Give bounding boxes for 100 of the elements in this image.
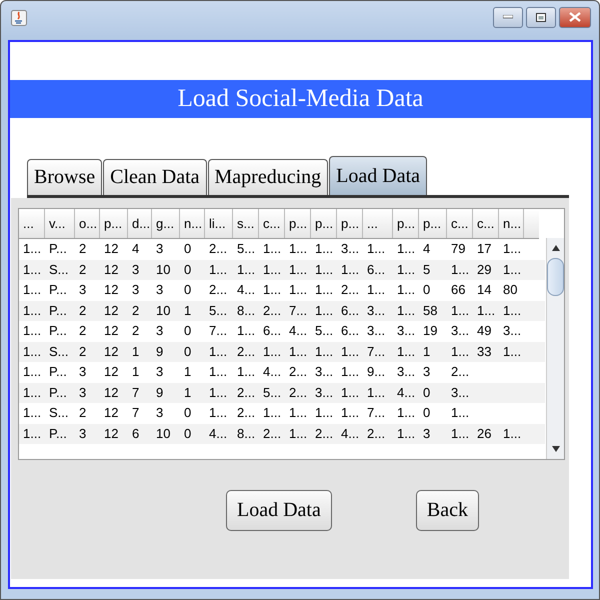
table-cell-text: 1...: [288, 404, 308, 422]
column-header[interactable]: v...: [45, 209, 75, 238]
table-cell-text: 6...: [340, 322, 360, 340]
table-cell-text: 8...: [236, 424, 256, 442]
table-cell-text: 1...: [340, 363, 360, 381]
column-header[interactable]: n...: [499, 209, 524, 238]
table-cell-text: 0: [183, 424, 192, 442]
table-cell-text: 2: [78, 240, 88, 258]
scroll-thumb[interactable]: [547, 258, 564, 296]
tab[interactable]: Clean Data: [103, 159, 207, 195]
table-cell-text: 0: [183, 322, 192, 340]
table-cell-text: 3...: [314, 363, 334, 381]
table-cell-text: 1...: [450, 260, 470, 278]
column-header[interactable]: p...: [100, 209, 128, 238]
table-cell-text: 3: [131, 281, 140, 299]
table-cell-text: 9: [155, 342, 164, 360]
table-cell-text: 4: [131, 240, 140, 258]
table-cell-text: 1...: [208, 384, 228, 402]
column-header[interactable]: ...: [363, 209, 393, 238]
table-cell-text: 5...: [314, 322, 334, 340]
tab[interactable]: Mapreducing: [208, 159, 328, 195]
table-cell-text: 33: [476, 342, 492, 360]
table-cell-text: 3...: [366, 302, 386, 320]
column-header[interactable]: o...: [75, 209, 100, 238]
column-header[interactable]: c...: [259, 209, 285, 238]
column-header[interactable]: p...: [285, 209, 311, 238]
table-cell-text: 3: [155, 404, 164, 422]
column-header[interactable]: s...: [233, 209, 259, 238]
table-cell-text: 12: [103, 260, 120, 278]
column-header[interactable]: g...: [152, 209, 180, 238]
table-cell-text: 4: [422, 240, 432, 258]
table-cell-text: 1...: [502, 424, 522, 442]
table-cell-text: 1...: [396, 240, 416, 258]
close-button[interactable]: [559, 6, 591, 28]
table-cell-text: 1...: [502, 240, 522, 258]
table-cell-text: 9...: [366, 363, 386, 381]
table-cell-text: 3...: [314, 384, 334, 402]
table-cell-text: 10: [155, 302, 172, 320]
table-cell-text: P...: [48, 384, 68, 402]
table-cell-text: 3...: [340, 240, 360, 258]
table-cell-text: 49: [476, 322, 492, 340]
app-icon: [11, 10, 27, 26]
table-cell-text: S...: [48, 342, 70, 360]
table-cell-text: 12: [103, 302, 120, 320]
tab[interactable]: Load Data: [329, 156, 428, 195]
table-cell-text: 1...: [366, 240, 386, 258]
table-cell-text: 17: [476, 240, 492, 258]
scrollbar[interactable]: [546, 238, 564, 459]
table-cell-text: 1...: [314, 260, 334, 278]
table-cell-text: 1...: [22, 404, 42, 422]
scroll-down-icon: [552, 445, 560, 453]
column-header[interactable]: c...: [447, 209, 473, 238]
table-cell-text: 3: [155, 240, 164, 258]
back-button[interactable]: Back: [416, 490, 479, 531]
table-cell-text: 1...: [22, 322, 42, 340]
table-cell-text: 1: [183, 384, 192, 402]
tab[interactable]: Browse: [27, 159, 102, 195]
table-cell-text: 12: [103, 281, 120, 299]
table-cell-text: 7...: [366, 342, 386, 360]
table-cell-text: 80: [502, 281, 518, 299]
column-header[interactable]: p...: [337, 209, 363, 238]
table-cell-text: 1...: [22, 302, 42, 320]
table-cell-text: 4...: [340, 424, 360, 442]
table-cell-text: 1...: [314, 240, 334, 258]
table-cell-text: 1...: [502, 302, 522, 320]
column-header[interactable]: n...: [180, 209, 205, 238]
table-cell-text: 4...: [396, 384, 416, 402]
minimize-button[interactable]: [493, 6, 523, 28]
column-header[interactable]: d...: [128, 209, 152, 238]
load-data-button[interactable]: Load Data: [226, 490, 332, 531]
table-cell-text: P...: [48, 302, 68, 320]
table-cell-text: 1...: [314, 281, 334, 299]
table-cell-text: 2: [78, 260, 88, 278]
maximize-button[interactable]: [526, 6, 556, 28]
maximize-icon: [536, 12, 546, 22]
table-cell-text: 12: [103, 363, 120, 381]
table-cell-text: 1...: [396, 260, 416, 278]
column-header[interactable]: p...: [419, 209, 447, 238]
column-header[interactable]: p...: [311, 209, 337, 238]
table-cell-text: 1...: [340, 342, 360, 360]
table-cell-text: 6...: [340, 302, 360, 320]
table-cell-text: 2: [131, 302, 140, 320]
column-header[interactable]: li...: [205, 209, 233, 238]
table-cell-text: 10: [155, 424, 172, 442]
table-cell-text: 7: [131, 384, 140, 402]
table-cell-text: 0: [183, 240, 192, 258]
table-cell-text: 7: [131, 404, 140, 422]
table-cell-text: 1...: [236, 363, 256, 381]
column-header[interactable]: p...: [393, 209, 419, 238]
table-cell-text: 5: [422, 260, 432, 278]
column-header[interactable]: ...: [19, 209, 45, 238]
column-header[interactable]: c...: [473, 209, 499, 238]
table-cell-text: 0: [422, 281, 432, 299]
table-cell-text: 8...: [236, 302, 256, 320]
table-cell-text: 2: [131, 322, 140, 340]
table-cell-text: 2...: [208, 240, 228, 258]
table-cell-text: 1...: [450, 424, 470, 442]
table-cell-text: 1...: [340, 260, 360, 278]
table-cell-text: 2...: [262, 302, 282, 320]
table-cell-text: 12: [103, 384, 120, 402]
